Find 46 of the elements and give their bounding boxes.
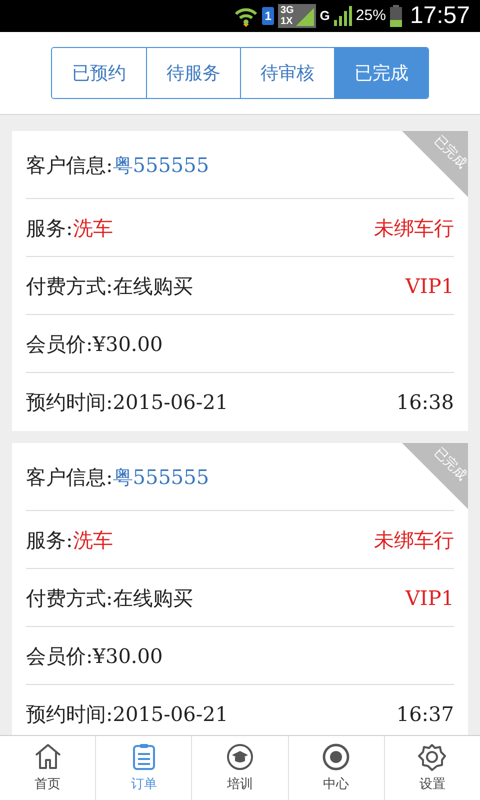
nav-tab[interactable]: 首页 bbox=[0, 736, 96, 800]
graduation-cap-icon bbox=[225, 742, 255, 772]
field-value: 未绑车行 bbox=[374, 214, 454, 242]
field-label: 客户信息: bbox=[26, 464, 113, 490]
field-label: 服务: bbox=[26, 526, 73, 554]
field-value: ¥30.00 bbox=[92, 330, 163, 358]
field-label: 付费方式: bbox=[26, 272, 113, 300]
settings-icon bbox=[417, 742, 448, 772]
field-label: 会员价: bbox=[26, 642, 93, 670]
nav-tab[interactable]: 中心 bbox=[288, 736, 384, 800]
field-label: 客户信息: bbox=[26, 152, 113, 178]
field-value: 粤555555 bbox=[112, 464, 210, 490]
field-value: 2015-06-21 bbox=[112, 701, 228, 728]
field-value: 粤555555 bbox=[112, 152, 210, 178]
field-label: 预约时间: bbox=[26, 389, 113, 416]
field-value: VIP1 bbox=[405, 272, 454, 300]
battery-icon bbox=[390, 5, 402, 27]
battery-level: 25% bbox=[356, 6, 386, 26]
field-label: 服务: bbox=[26, 214, 73, 242]
field-value: 未绑车行 bbox=[374, 526, 454, 554]
field-label: 预约时间: bbox=[26, 701, 113, 728]
field-label: 会员价: bbox=[26, 330, 93, 358]
field-value: 2015-06-21 bbox=[112, 389, 228, 416]
ribbon-text: 已完成 bbox=[432, 133, 468, 171]
field-value: VIP1 bbox=[405, 584, 454, 612]
field-value: 洗车 bbox=[72, 526, 113, 554]
nav-tab[interactable]: 订单 bbox=[95, 736, 192, 800]
field-label: 付费方式: bbox=[26, 584, 113, 612]
signal-icon bbox=[296, 6, 314, 26]
nav-tab[interactable]: 培训 bbox=[191, 736, 288, 800]
field-value: 在线购买 bbox=[112, 584, 193, 612]
clock: 17:57 bbox=[410, 1, 470, 31]
field-value: 洗车 bbox=[72, 214, 113, 242]
field-value: 16:37 bbox=[396, 701, 454, 728]
ribbon-text: 已完成 bbox=[432, 445, 468, 483]
network-label: 1X bbox=[280, 16, 294, 27]
nav-tab[interactable]: 设置 bbox=[384, 736, 480, 800]
record-icon bbox=[321, 742, 352, 772]
sim-badge: 1 bbox=[262, 7, 274, 25]
field-value: 在线购买 bbox=[112, 272, 193, 300]
field-value: ¥30.00 bbox=[92, 642, 163, 670]
signal-icon bbox=[334, 6, 352, 26]
field-value: 16:38 bbox=[396, 389, 454, 416]
network-label: 3G bbox=[280, 5, 294, 16]
signal-label: G bbox=[320, 7, 330, 26]
tab[interactable]: 已完成 bbox=[334, 48, 428, 98]
